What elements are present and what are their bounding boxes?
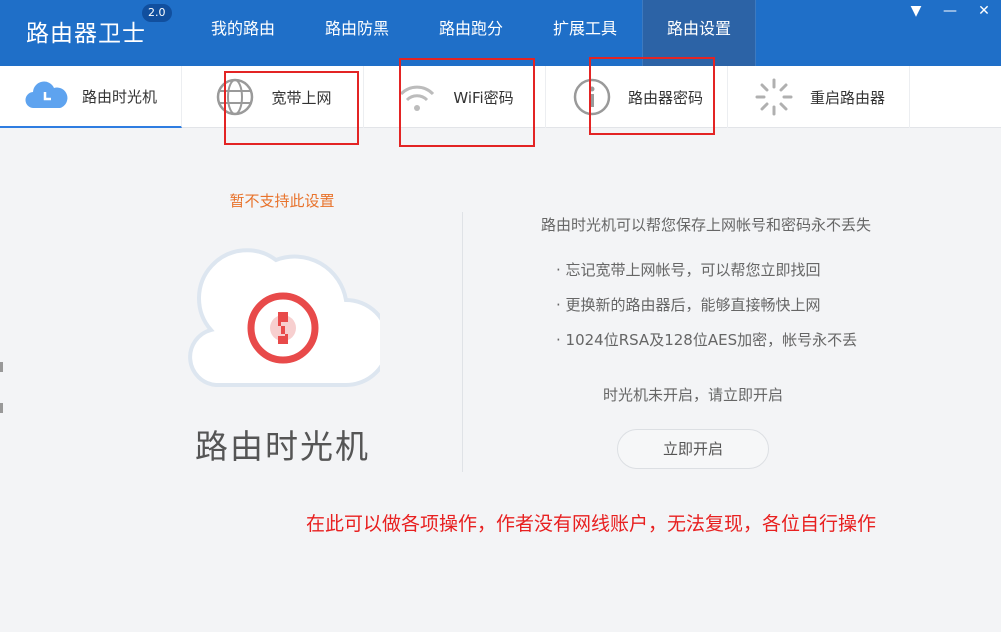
cloud-clock-icon (24, 78, 68, 114)
status-text: 时光机未开启，请立即开启 (602, 386, 783, 404)
close-icon[interactable]: ✕ (967, 0, 1001, 22)
tab-reboot-router[interactable]: 重启路由器 (728, 66, 910, 128)
tab-label: 路由时光机 (81, 87, 157, 106)
feature-title: 路由时光机 (195, 427, 370, 466)
list-item: · 忘记宽带上网帐号，可以帮您立即找回 (556, 261, 821, 279)
menu-dropdown-icon[interactable]: ▼ (899, 0, 933, 22)
version-badge: 2.0 (142, 4, 172, 22)
vertical-divider (462, 212, 463, 472)
feature-list: · 忘记宽带上网帐号，可以帮您立即找回 · 更换新的路由器后，能够直接畅快上网 … (556, 260, 857, 365)
unsupported-warning: 暂不支持此设置 (229, 192, 335, 210)
top-bar: 路由器卫士 2.0 我的路由 路由防黑 路由跑分 扩展工具 路由设置 ▼ — ✕ (0, 0, 1001, 66)
time-machine-cloud-icon (186, 238, 391, 394)
tab-label: 重启路由器 (809, 88, 885, 107)
nav-my-router[interactable]: 我的路由 (186, 0, 300, 66)
highlight-box-wifi (399, 58, 535, 147)
highlight-box-broadband (224, 71, 359, 145)
app-title: 路由器卫士 (26, 21, 146, 47)
highlight-box-router-password (589, 57, 715, 135)
enable-now-button[interactable]: 立即开启 (617, 429, 769, 469)
left-edge-mark (0, 403, 3, 413)
description-title: 路由时光机可以帮您保存上网帐号和密码永不丢失 (540, 216, 871, 234)
tab-time-machine[interactable]: 路由时光机 (0, 66, 182, 128)
loading-spinner-icon (752, 78, 796, 116)
window-controls: ▼ — ✕ (899, 0, 1001, 22)
annotation-note: 在此可以做各项操作，作者没有网线账户，无法复现，各位自行操作 (306, 513, 877, 535)
minimize-icon[interactable]: — (933, 0, 967, 22)
list-item: · 1024位RSA及128位AES加密，帐号永不丢 (556, 331, 858, 349)
list-item: · 更换新的路由器后，能够直接畅快上网 (556, 296, 821, 314)
left-edge-mark (0, 362, 3, 372)
nav-router-defense[interactable]: 路由防黑 (300, 0, 414, 66)
nav-router-benchmark[interactable]: 路由跑分 (414, 0, 528, 66)
